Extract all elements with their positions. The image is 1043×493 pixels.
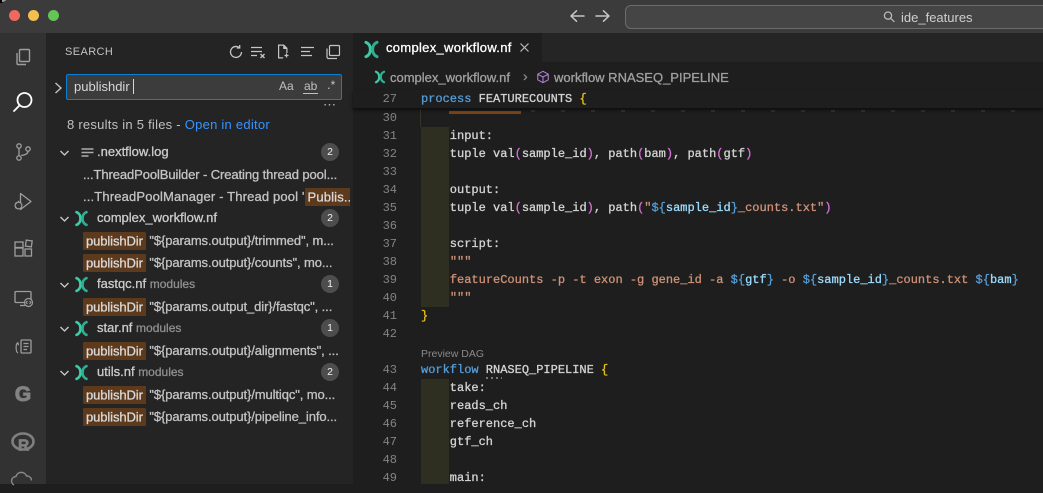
svg-text:R: R <box>18 438 29 455</box>
